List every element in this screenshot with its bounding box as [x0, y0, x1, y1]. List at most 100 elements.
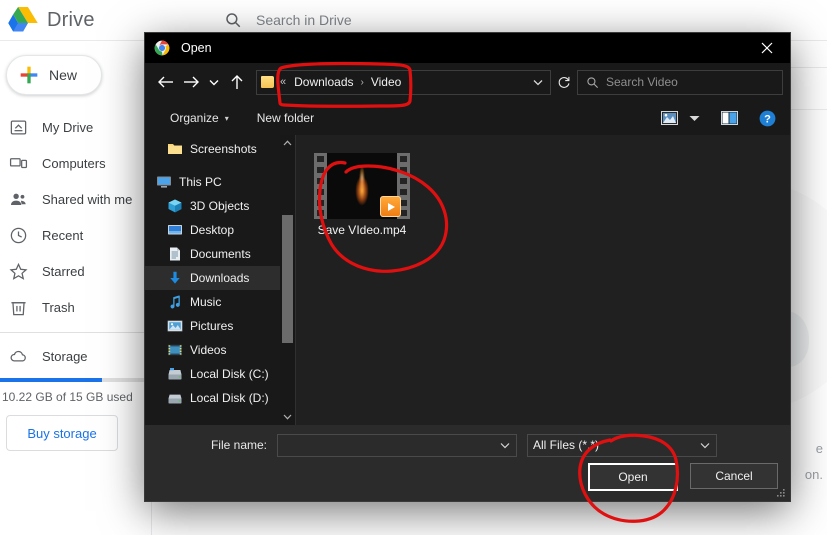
filename-dropdown-button[interactable]: [496, 442, 514, 449]
svg-text:?: ?: [764, 113, 771, 125]
chevron-up-icon: [283, 140, 292, 146]
thumbnail-flame-image: [351, 161, 373, 209]
chrome-icon: [154, 40, 170, 56]
filename-row: File name: All Files (*.*): [145, 433, 778, 457]
computers-icon: [9, 157, 28, 168]
close-button[interactable]: [744, 33, 790, 63]
desktop-icon: [168, 225, 182, 235]
search-files-box[interactable]: Search Video: [577, 69, 783, 95]
sidebar-item-recent[interactable]: Recent: [0, 217, 150, 253]
filmstrip-left: [314, 153, 327, 219]
address-bar[interactable]: « Downloads › Video: [256, 69, 551, 95]
tree-item-label: Downloads: [190, 271, 250, 285]
dialog-footer: File name: All Files (*.*) Open Cancel: [145, 425, 790, 501]
breadcrumb-video[interactable]: Video: [368, 73, 404, 91]
sidebar-item-my-drive[interactable]: My Drive: [0, 109, 150, 145]
forward-button[interactable]: [178, 69, 204, 95]
buy-storage-button[interactable]: Buy storage: [6, 415, 118, 451]
preview-pane-button[interactable]: [716, 106, 742, 130]
tree-item-label: Pictures: [190, 319, 234, 333]
chevron-down-icon: [500, 442, 510, 448]
arrow-up-icon: [231, 75, 243, 89]
scroll-up-button[interactable]: [280, 135, 295, 151]
sidebar-item-storage[interactable]: Storage: [0, 338, 150, 374]
chevron-down-icon: ▾: [224, 113, 229, 123]
cancel-button[interactable]: Cancel: [690, 463, 778, 489]
file-list-pane[interactable]: Save VIdeo.mp4: [296, 135, 790, 425]
tree-item-local-disk-d[interactable]: Local Disk (D:): [145, 386, 295, 410]
tree-item-documents[interactable]: Documents: [145, 242, 295, 266]
recent-locations-button[interactable]: [204, 69, 224, 95]
star-icon: [9, 262, 28, 280]
local-disk-d-icon: [168, 394, 182, 404]
storage-progress-fill: [0, 378, 102, 382]
tree-item-label: Local Disk (D:): [190, 391, 269, 405]
tree-item-videos[interactable]: Videos: [145, 338, 295, 362]
new-folder-button[interactable]: New folder: [249, 107, 322, 129]
sidebar-item-label: Starred: [42, 263, 85, 279]
sidebar-item-label: My Drive: [42, 119, 94, 135]
scrollbar-thumb[interactable]: [282, 215, 293, 343]
storage-usage-text: 10.22 GB of 15 GB used: [2, 390, 133, 404]
pictures-icon: [167, 320, 183, 332]
drive-brand[interactable]: Drive: [0, 6, 210, 34]
tree-item-3d-objects[interactable]: 3D Objects: [145, 194, 295, 218]
search-files-placeholder: Search Video: [606, 75, 678, 89]
tree-item-desktop[interactable]: Desktop: [145, 218, 295, 242]
tree-item-this-pc[interactable]: This PC: [145, 170, 295, 194]
help-button[interactable]: ?: [754, 106, 780, 130]
file-item-save-video[interactable]: Save VIdeo.mp4: [310, 153, 414, 238]
chevron-down-icon: [209, 79, 219, 85]
chevron-down-icon: [689, 115, 699, 121]
tree-item-screenshots[interactable]: Screenshots: [145, 137, 295, 161]
back-button[interactable]: [152, 69, 178, 95]
sidebar-item-starred[interactable]: Starred: [0, 253, 150, 289]
organize-button[interactable]: Organize ▾: [162, 107, 237, 129]
tree-item-label: Documents: [190, 247, 251, 261]
sidebar-item-label: Storage: [42, 348, 88, 364]
sidebar-item-computers[interactable]: Computers: [0, 145, 150, 181]
refresh-icon: [558, 76, 570, 88]
sidebar-divider: [0, 332, 150, 333]
filetype-dropdown-button[interactable]: [696, 442, 714, 449]
videos-icon: [168, 344, 182, 356]
documents-icon: [170, 247, 180, 261]
tree-item-label: 3D Objects: [190, 199, 250, 213]
refresh-button[interactable]: [551, 70, 577, 95]
music-icon: [170, 295, 180, 309]
chevron-down-icon: [283, 414, 292, 420]
new-button[interactable]: New: [6, 55, 102, 95]
sidebar-item-shared-with-me[interactable]: Shared with me: [0, 181, 150, 217]
tree-item-label: Videos: [190, 343, 227, 357]
sidebar-item-trash[interactable]: Trash: [0, 289, 150, 325]
dialog-buttons: Open Cancel: [588, 463, 778, 491]
resize-grip-icon[interactable]: [776, 488, 786, 498]
folder-icon: [261, 76, 274, 88]
play-badge-icon: [380, 196, 401, 217]
address-dropdown-button[interactable]: [528, 71, 548, 94]
filename-combobox[interactable]: [277, 433, 517, 457]
breadcrumb-downloads[interactable]: Downloads: [291, 73, 356, 91]
folder-icon: [168, 144, 182, 154]
toolbar-right-group: ?: [656, 106, 780, 130]
view-options-button[interactable]: [656, 106, 682, 130]
up-button[interactable]: [224, 69, 250, 95]
search-input[interactable]: [256, 12, 586, 28]
sidebar-item-label: Computers: [42, 155, 106, 171]
dialog-titlebar[interactable]: Open: [145, 33, 790, 63]
open-button[interactable]: Open: [588, 463, 678, 491]
navigation-pane-scrollbar[interactable]: [280, 135, 295, 425]
drive-background-text-1: e: [815, 441, 823, 456]
tree-item-pictures[interactable]: Pictures: [145, 314, 295, 338]
scroll-down-button[interactable]: [280, 409, 295, 425]
filetype-combobox[interactable]: All Files (*.*): [527, 433, 717, 457]
search-icon: [226, 13, 241, 28]
file-item-label: Save VIdeo.mp4: [317, 223, 407, 237]
tree-item-music[interactable]: Music: [145, 290, 295, 314]
view-options-dropdown[interactable]: [686, 106, 702, 130]
tree-item-downloads[interactable]: Downloads: [145, 266, 295, 290]
tree-item-local-disk-c[interactable]: Local Disk (C:): [145, 362, 295, 386]
filename-input[interactable]: [283, 438, 496, 452]
drive-nav-list: My Drive Computers Shared with me Recent…: [0, 109, 150, 374]
address-overflow[interactable]: «: [280, 76, 286, 88]
